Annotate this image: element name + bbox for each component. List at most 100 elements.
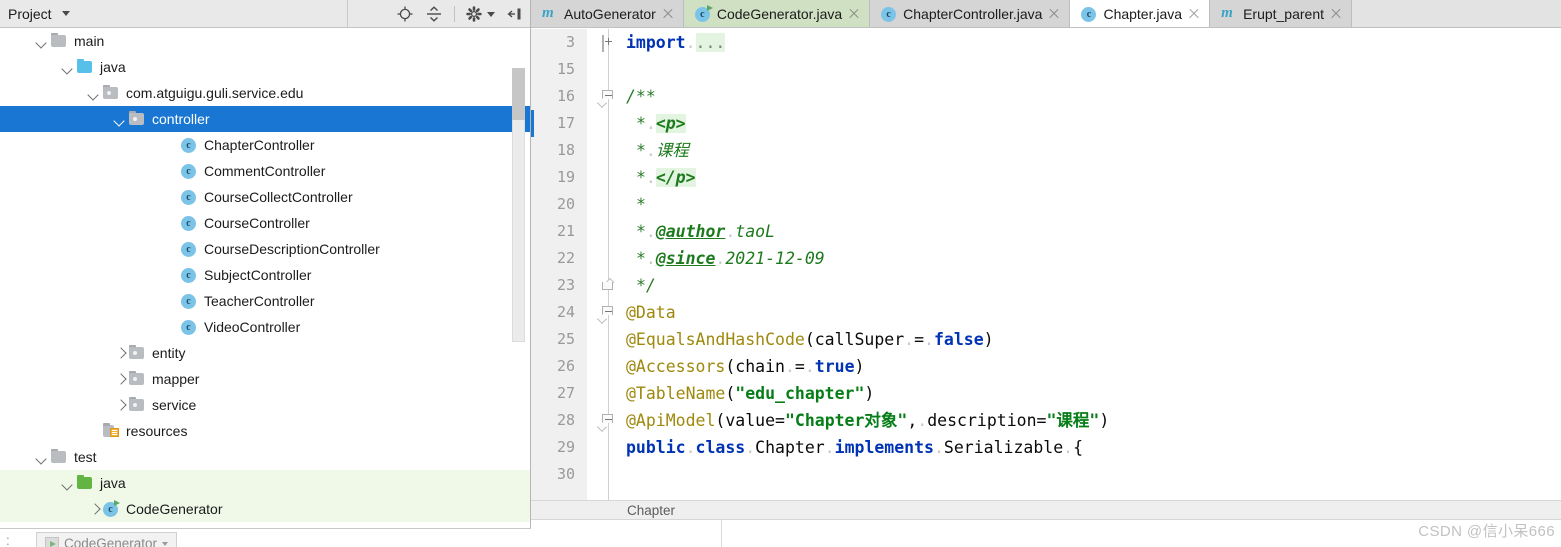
chevron-down-icon[interactable] [112, 111, 128, 127]
fold-collapse-icon[interactable] [597, 306, 615, 324]
code-token: /** [626, 87, 656, 106]
toolwindow-actions [396, 0, 524, 28]
fold-collapse-icon[interactable] [597, 414, 615, 432]
chevron-down-icon[interactable] [60, 475, 76, 491]
editor-tab-codegenerator-java[interactable]: c CodeGenerator.java [683, 0, 871, 27]
fold-collapse-icon[interactable] [597, 90, 615, 108]
code-line[interactable]: *.</p> [626, 164, 696, 191]
class-glyph: c [181, 242, 196, 257]
folder-icon [76, 59, 94, 75]
code-token: @TableName [626, 384, 726, 403]
run-strip-prefix: : [6, 533, 10, 547]
tree-node-teachercontroller[interactable]: c TeacherController [0, 288, 530, 314]
close-icon[interactable] [1188, 8, 1200, 20]
editor-tab-erupt-parent[interactable]: m Erupt_parent [1210, 0, 1353, 27]
tree-node-entity[interactable]: entity [0, 340, 530, 366]
editor-breadcrumb-bar: Chapter [531, 500, 1561, 519]
tree-node-main[interactable]: main [0, 28, 530, 54]
run-tab-codegenerator[interactable]: CodeGenerator [36, 532, 178, 547]
chevron-down-icon[interactable] [34, 33, 50, 49]
code-line[interactable]: /** [626, 83, 656, 110]
code-line[interactable]: public.class.Chapter.implements.Serializ… [626, 434, 1083, 461]
editor-tab-label: ChapterController.java [903, 5, 1043, 22]
line-number: 28 [556, 411, 575, 429]
chevron-down-icon[interactable] [86, 85, 102, 101]
editor-tab-label: AutoGenerator [564, 5, 656, 22]
chevron-down-icon[interactable] [34, 449, 50, 465]
caret-line-marker [531, 110, 534, 137]
tree-node-java[interactable]: java [0, 54, 530, 80]
editor-tab-autogenerator[interactable]: m AutoGenerator [531, 0, 684, 27]
fold-expand-icon[interactable] [602, 35, 615, 52]
code-line[interactable]: */ [626, 272, 656, 299]
tree-node-com-atguigu-guli-service-edu[interactable]: com.atguigu.guli.service.edu [0, 80, 530, 106]
project-tree[interactable]: main java com.atguigu.guli.service.edu cont… [0, 28, 530, 528]
class-glyph: c [103, 500, 120, 517]
code-token: . [745, 438, 756, 457]
folder-icon [50, 33, 68, 49]
code-token: . [685, 33, 696, 52]
code-line[interactable]: *.@since.2021-12-09 [626, 245, 825, 272]
tree-node-videocontroller[interactable]: c VideoController [0, 314, 530, 340]
tree-node-coursedescriptioncontroller[interactable]: c CourseDescriptionController [0, 236, 530, 262]
tree-node-codegenerator[interactable]: c CodeGenerator [0, 496, 530, 522]
chevron-down-icon[interactable] [162, 541, 169, 546]
chevron-down-icon[interactable] [60, 59, 76, 75]
close-icon[interactable] [1330, 8, 1342, 20]
code-line[interactable]: @Accessors(chain.=.true) [626, 353, 864, 380]
chevron-right-icon[interactable] [112, 345, 128, 361]
code-line[interactable]: @TableName("edu_chapter") [626, 380, 874, 407]
line-number: 3 [565, 33, 575, 51]
tree-node-resources[interactable]: resources [0, 418, 530, 444]
tree-node-commentcontroller[interactable]: c CommentController [0, 158, 530, 184]
tree-node-coursecollectcontroller[interactable]: c CourseCollectController [0, 184, 530, 210]
run-tab-label: CodeGenerator [64, 536, 158, 547]
toolbar-separator [454, 6, 455, 22]
close-icon[interactable] [662, 8, 674, 20]
tree-node-service[interactable]: service [0, 392, 530, 418]
editor-tab-chaptercontroller-java[interactable]: c ChapterController.java [870, 0, 1071, 27]
gear-dropdown-caret-icon[interactable] [487, 11, 495, 17]
fold-region-end-icon[interactable] [602, 277, 615, 290]
code-token: . [924, 330, 934, 349]
code-line[interactable]: *.课程 [626, 137, 689, 164]
idea-window: Project main java com.atguigu.guli.servi… [0, 0, 1561, 547]
code-line[interactable]: *.<p> [626, 110, 686, 137]
close-icon[interactable] [848, 8, 860, 20]
gear-icon[interactable] [466, 5, 484, 23]
sidebar-scrollbar-thumb[interactable] [512, 68, 525, 120]
chevron-down-icon[interactable] [61, 11, 70, 16]
code-editor[interactable]: 3 import.... 15 16/** 17 *.<p> 18 *.课程 19 *.</… [531, 29, 1561, 500]
code-line[interactable]: *.@author.taoL [626, 218, 775, 245]
tree-node-mapper[interactable]: mapper [0, 366, 530, 392]
editor-tab-chapter-java[interactable]: c Chapter.java [1070, 0, 1211, 27]
chevron-right-icon[interactable] [112, 371, 128, 387]
tree-node-label: SubjectController [204, 267, 312, 283]
tree-node-java[interactable]: java [0, 470, 530, 496]
hide-panel-icon[interactable] [506, 5, 524, 23]
class-run-icon: c [694, 4, 713, 22]
breadcrumb[interactable]: Chapter [627, 503, 675, 518]
collapse-all-icon[interactable] [425, 5, 443, 23]
maven-icon: m [542, 4, 554, 21]
code-token: { [1073, 438, 1084, 457]
tree-node-controller[interactable]: controller [0, 106, 530, 132]
tree-node-coursecontroller[interactable]: c CourseController [0, 210, 530, 236]
tree-node-test[interactable]: test [0, 444, 530, 470]
code-line[interactable]: @ApiModel(value="Chapter对象",.description… [626, 407, 1109, 434]
class-glyph: c [181, 216, 196, 231]
code-token: @EqualsAndHashCode [626, 330, 805, 349]
code-line[interactable]: @EqualsAndHashCode(callSuper.=.false) [626, 326, 994, 353]
tree-node-subjectcontroller[interactable]: c SubjectController [0, 262, 530, 288]
code-line[interactable]: import.... [626, 29, 726, 56]
chevron-right-icon[interactable] [86, 501, 102, 517]
chevron-right-icon[interactable] [112, 397, 128, 413]
close-icon[interactable] [1048, 8, 1060, 20]
code-line[interactable]: * [626, 191, 646, 218]
code-line[interactable]: @Data [626, 299, 676, 326]
tree-node-chaptercontroller[interactable]: c ChapterController [0, 132, 530, 158]
locate-icon[interactable] [396, 5, 414, 23]
